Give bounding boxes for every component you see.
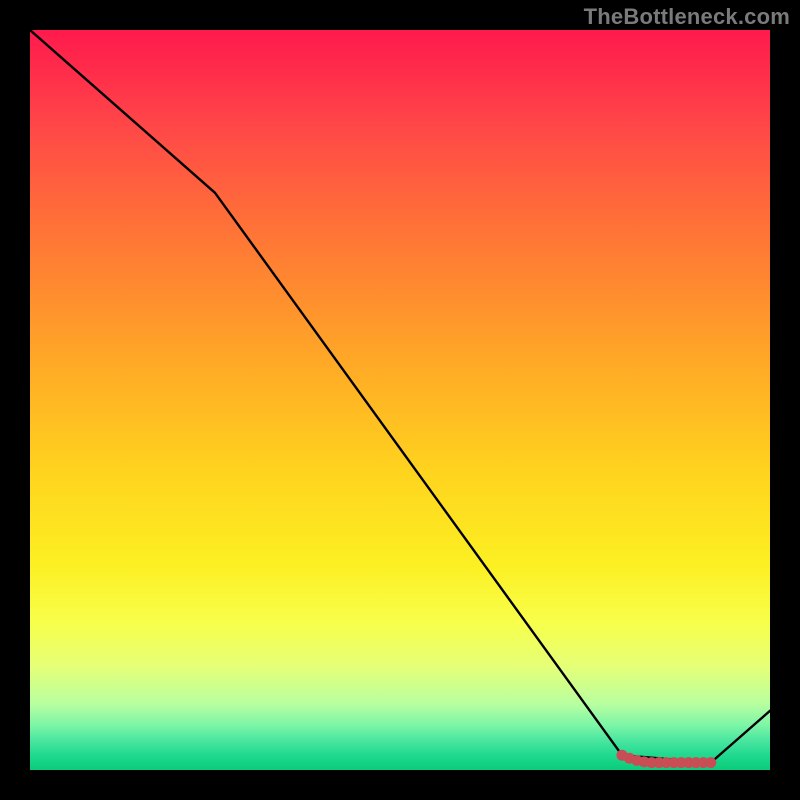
optimal-range-markers — [617, 750, 717, 768]
optimal-point — [705, 757, 716, 768]
watermark-text: TheBottleneck.com — [584, 4, 790, 30]
chart-frame: TheBottleneck.com — [0, 0, 800, 800]
chart-svg — [30, 30, 770, 770]
bottleneck-curve — [30, 30, 770, 763]
chart-plot-area — [30, 30, 770, 770]
